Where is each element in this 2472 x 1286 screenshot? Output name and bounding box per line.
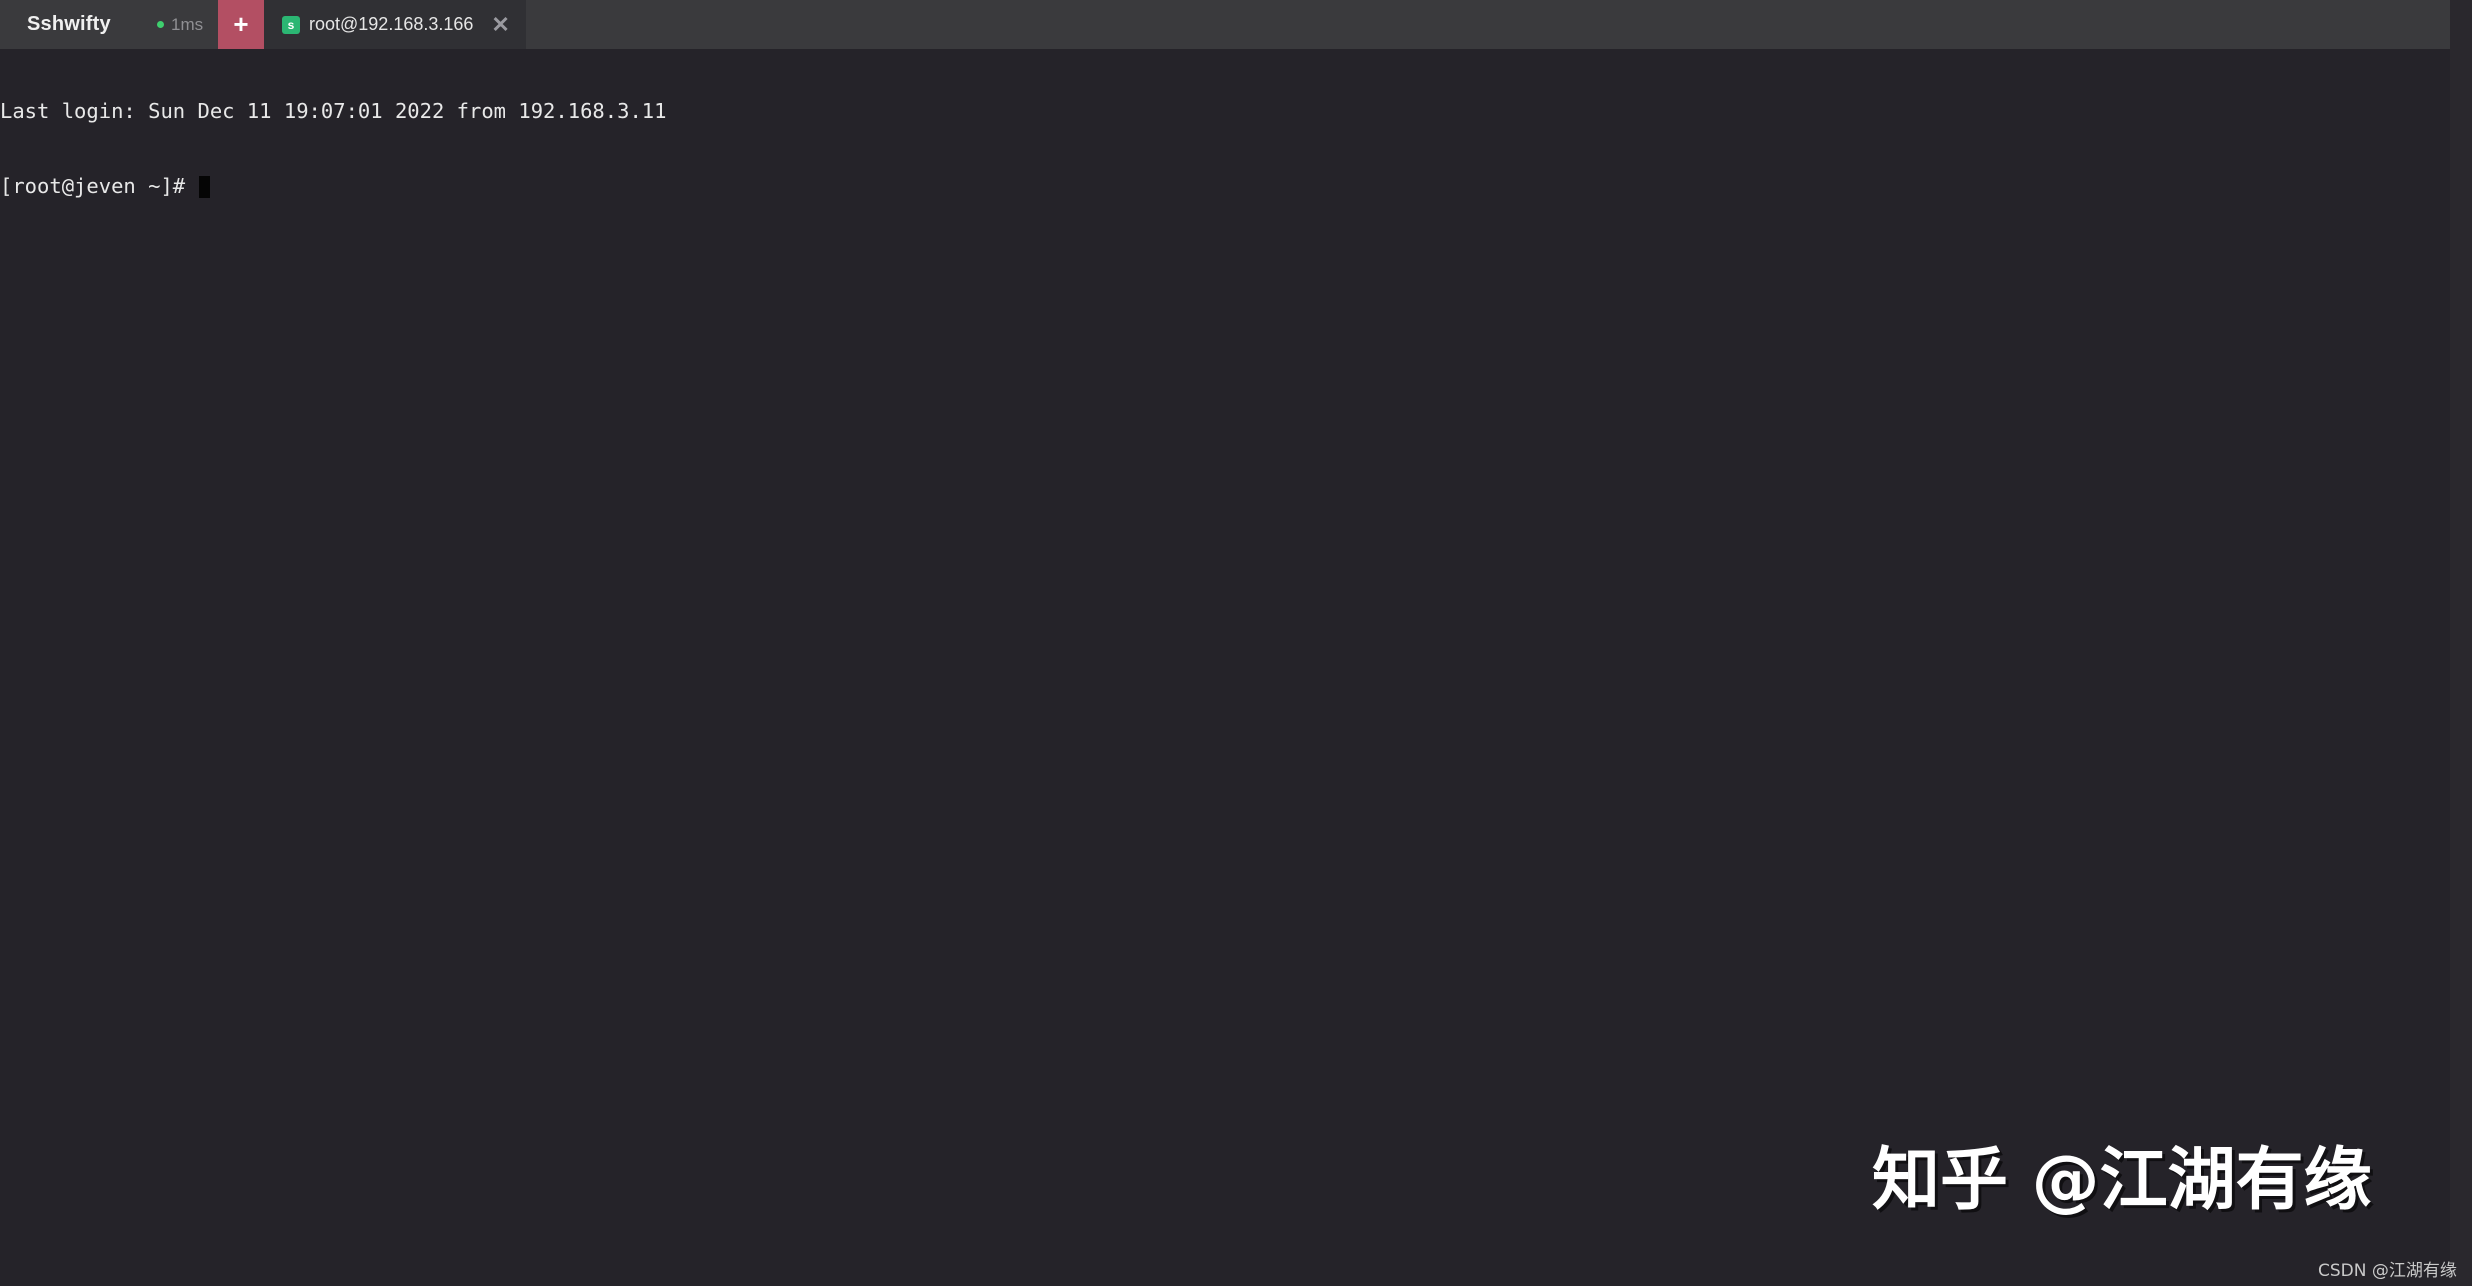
zhihu-watermark: 知乎 @江湖有缘 知乎 @江湖有缘 — [1872, 1141, 2375, 1223]
terminal-output[interactable]: Last login: Sun Dec 11 19:07:01 2022 fro… — [0, 49, 2450, 224]
csdn-watermark: CSDN @江湖有缘 — [2318, 1261, 2457, 1281]
top-bar: Sshwifty 1ms + s root@192.168.3.166 ✕ — [0, 0, 2450, 49]
app-name: Sshwifty — [27, 13, 111, 35]
scrollbar[interactable] — [2450, 0, 2472, 1286]
tab-root-192-168-3-166[interactable]: s root@192.168.3.166 ✕ — [264, 0, 526, 49]
terminal-prompt-line: [root@jeven ~]# — [0, 174, 2450, 199]
close-icon[interactable]: ✕ — [491, 13, 509, 36]
watermark-text: 知乎 @江湖有缘 — [1872, 1141, 2372, 1220]
text-cursor — [199, 176, 211, 198]
ssh-icon: s — [282, 15, 300, 34]
terminal-line: Last login: Sun Dec 11 19:07:01 2022 fro… — [0, 99, 667, 123]
status-dot-icon — [157, 21, 164, 28]
shell-prompt: [root@jeven ~]# — [0, 174, 198, 198]
tab-title: root@192.168.3.166 — [309, 14, 474, 34]
latency-value: 1ms — [171, 14, 204, 34]
new-tab-button[interactable]: + — [218, 0, 264, 49]
latency-indicator: 1ms — [157, 0, 218, 49]
